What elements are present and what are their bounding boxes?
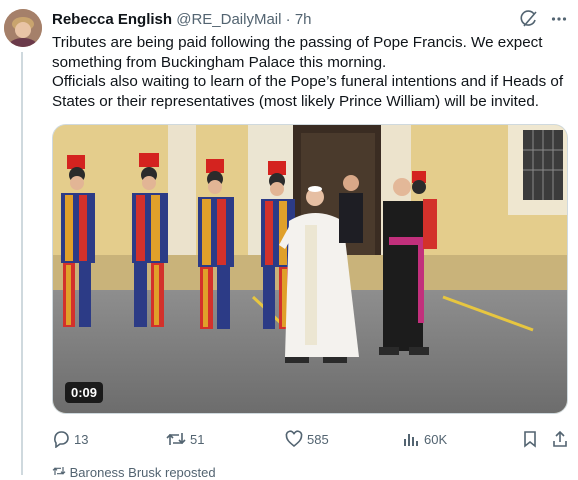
avatar[interactable] [4,9,42,47]
share-icon [553,430,567,447]
avatar-image [4,9,42,47]
tweet-paragraph: Officials also waiting to learn of the P… [52,73,564,110]
analytics-icon [404,434,418,446]
reply-count: 13 [74,431,89,447]
repost-button[interactable]: 51 [166,427,204,451]
heart-icon [285,430,303,448]
repost-notice: Baroness Brusk reposted [52,465,216,480]
tweet-header: Rebecca English @RE_DailyMail · 7h [52,10,568,30]
thread-line [21,52,23,475]
repost-icon [166,433,186,445]
author-name[interactable]: Rebecca English [52,11,172,28]
grok-icon[interactable] [520,10,538,28]
reply-button[interactable]: 13 [52,427,88,451]
repost-notice-text[interactable]: Baroness Brusk reposted [70,465,216,480]
tweet-text: Tributes are being paid following the pa… [52,33,572,111]
share-button[interactable] [551,427,569,451]
repost-notice-icon [52,465,70,480]
bookmark-icon [524,431,536,448]
video-player[interactable]: 0:09 [52,124,568,414]
video-frame [53,125,567,413]
view-count: 60K [424,431,448,447]
separator: · [285,11,291,28]
bookmark-button[interactable] [522,427,538,451]
timestamp[interactable]: 7h [295,11,312,28]
tweet-paragraph: Tributes are being paid following the pa… [52,34,543,71]
bishop-figure [379,178,429,355]
author-handle[interactable]: @RE_DailyMail [176,11,281,28]
repost-count: 51 [190,431,205,447]
video-duration: 0:09 [65,382,104,403]
like-count: 585 [307,431,329,447]
more-options-icon[interactable] [550,10,568,28]
like-button[interactable]: 585 [285,427,329,451]
action-bar: 13 51 585 60K [52,427,572,451]
reply-icon [54,431,69,448]
views-button[interactable]: 60K [402,427,447,451]
